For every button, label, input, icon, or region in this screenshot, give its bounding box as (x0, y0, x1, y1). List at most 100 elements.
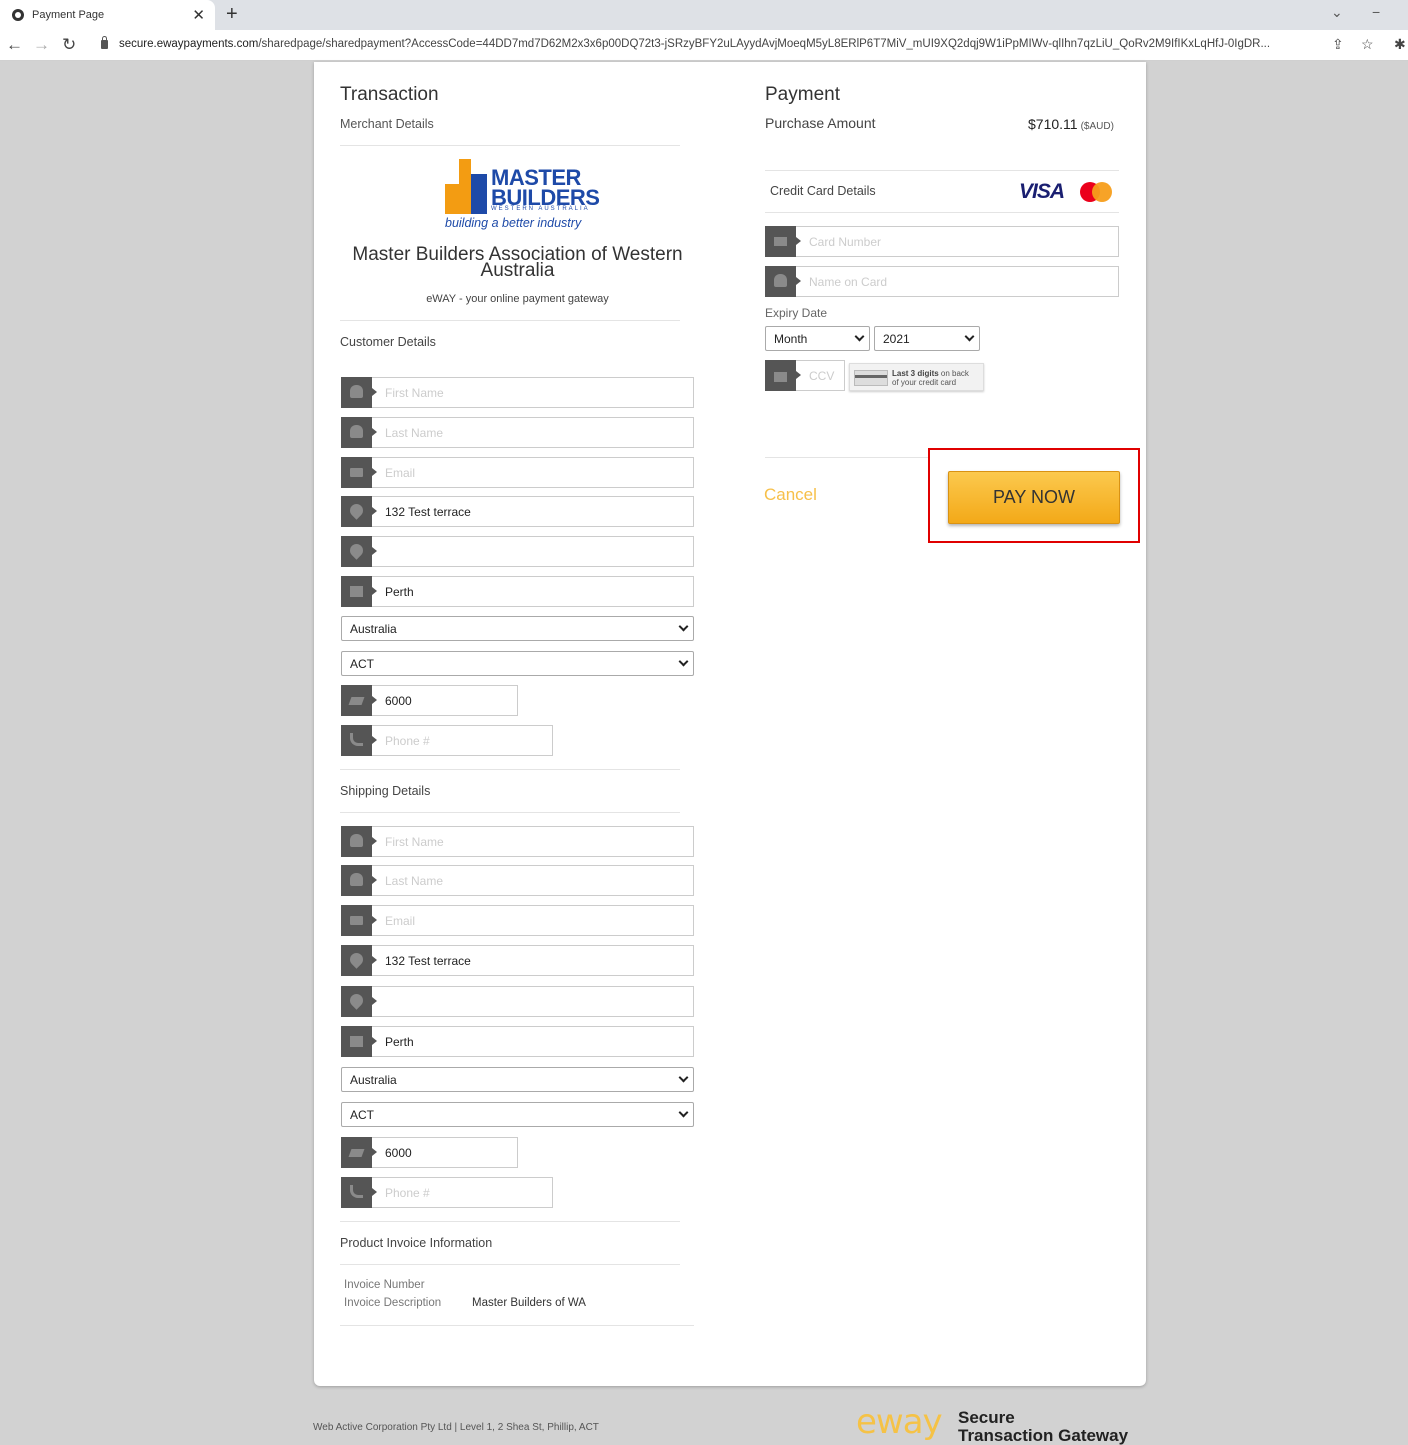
placeholder: First Name (385, 834, 444, 849)
customer-details-label: Customer Details (340, 335, 436, 349)
value: 6000 (385, 693, 412, 708)
shipping-city-field[interactable]: Perth (341, 1025, 694, 1057)
selected-value: ACT (350, 656, 374, 671)
customer-postcode-field[interactable]: 6000 (341, 684, 518, 716)
chevron-down-icon (964, 331, 975, 342)
value: 6000 (385, 1145, 412, 1160)
credit-card-details-label: Credit Card Details (770, 184, 876, 198)
credit-card-icon (765, 225, 801, 257)
selected-value: 2021 (883, 331, 910, 346)
phone-icon (341, 1176, 377, 1208)
lock-icon[interactable] (101, 36, 108, 49)
gateway-text: eWAY - your online payment gateway (426, 293, 609, 305)
person-icon (341, 825, 377, 857)
close-tab-icon[interactable]: ✕ (192, 6, 205, 24)
payment-card: Transaction Merchant Details MASTER BUIL… (314, 62, 1146, 1386)
map-pin-icon (341, 535, 377, 567)
customer-phone-field[interactable]: Phone # (341, 724, 553, 756)
new-tab-icon[interactable]: + (226, 3, 238, 26)
card-back-icon (854, 370, 888, 386)
shipping-state-select[interactable]: ACT (341, 1102, 694, 1127)
shipping-country-select[interactable]: Australia (341, 1067, 694, 1092)
name-on-card-field[interactable]: Name on Card (765, 265, 1119, 297)
map-pin-icon (341, 495, 377, 527)
expiry-month-select[interactable]: Month (765, 326, 870, 351)
customer-city-field[interactable]: Perth (341, 575, 694, 607)
reload-icon[interactable]: ↻ (62, 35, 76, 55)
invoice-description-label: Invoice Description (344, 1297, 442, 1309)
chevron-down-icon (678, 621, 689, 632)
placeholder: Name on Card (809, 274, 888, 289)
placeholder: Phone # (385, 733, 430, 748)
person-icon (341, 416, 377, 448)
customer-last-name-field[interactable]: Last Name (341, 416, 694, 448)
chevron-down-icon (854, 331, 865, 342)
shipping-postcode-field[interactable]: 6000 (341, 1136, 518, 1168)
customer-address1-field[interactable]: 132 Test terrace (341, 495, 694, 527)
browser-tab[interactable]: Payment Page ✕ (0, 0, 215, 30)
customer-country-select[interactable]: Australia (341, 616, 694, 641)
visa-logo-icon: VISA (1019, 180, 1065, 203)
divider (340, 320, 680, 321)
payment-title: Payment (765, 84, 840, 105)
eway-favicon-icon (12, 9, 24, 21)
divider (765, 457, 930, 458)
shipping-address2-field[interactable] (341, 985, 694, 1017)
person-icon (341, 376, 377, 408)
chevron-down-icon (678, 1072, 689, 1083)
merchant-details-label: Merchant Details (340, 117, 434, 131)
invoice-description-value: Master Builders of WA (472, 1297, 586, 1309)
expiry-date-label: Expiry Date (765, 306, 828, 320)
shipping-details-label: Shipping Details (340, 784, 431, 798)
tab-title: Payment Page (32, 9, 105, 21)
chevron-down-icon (678, 1107, 689, 1118)
minimize-icon[interactable]: − (1372, 4, 1380, 20)
shipping-address1-field[interactable]: 132 Test terrace (341, 944, 694, 976)
forward-arrow-icon[interactable]: → (33, 35, 50, 55)
divider (340, 145, 680, 146)
customer-state-select[interactable]: ACT (341, 651, 694, 676)
share-icon[interactable]: ⇪ (1332, 36, 1344, 53)
person-icon (765, 265, 801, 297)
divider (765, 212, 1119, 213)
extensions-puzzle-icon[interactable]: ✱ (1394, 36, 1406, 53)
browser-tab-bar: Payment Page ✕ + ⌄ − (0, 0, 1408, 30)
cancel-link[interactable]: Cancel (764, 485, 817, 505)
ccv-hint: Last 3 digits on back of your credit card (849, 363, 984, 391)
divider (765, 170, 1119, 171)
address-bar: ← → ↻ secure.ewaypayments.com/sharedpage… (0, 30, 1408, 61)
customer-email-field[interactable]: Email (341, 456, 694, 488)
selected-value: Australia (350, 621, 397, 636)
shipping-first-name-field[interactable]: First Name (341, 825, 694, 857)
person-icon (341, 864, 377, 896)
card-number-field[interactable]: Card Number (765, 225, 1119, 257)
postcode-icon (341, 684, 377, 716)
invoice-info-label: Product Invoice Information (340, 1236, 493, 1250)
divider (340, 769, 680, 770)
pay-now-button[interactable]: PAY NOW (948, 471, 1120, 524)
divider (340, 1325, 694, 1326)
purchase-amount-label: Purchase Amount (765, 115, 876, 131)
eway-logo: eway (856, 1402, 943, 1442)
expiry-year-select[interactable]: 2021 (874, 326, 980, 351)
customer-first-name-field[interactable]: First Name (341, 376, 694, 408)
shipping-phone-field[interactable]: Phone # (341, 1176, 553, 1208)
shipping-email-field[interactable]: Email (341, 904, 694, 936)
ccv-field[interactable]: CCV (765, 359, 845, 391)
placeholder: Phone # (385, 1185, 430, 1200)
url-field[interactable]: secure.ewaypayments.com/sharedpage/share… (119, 38, 1324, 50)
shipping-last-name-field[interactable]: Last Name (341, 864, 694, 896)
customer-address2-field[interactable] (341, 535, 694, 567)
value: 132 Test terrace (385, 953, 471, 968)
transaction-title: Transaction (340, 84, 439, 105)
placeholder: Card Number (809, 234, 882, 249)
envelope-icon (341, 904, 377, 936)
placeholder: First Name (385, 385, 444, 400)
bookmark-star-icon[interactable]: ☆ (1361, 36, 1374, 53)
placeholder: CCV (809, 368, 835, 383)
envelope-icon (341, 456, 377, 488)
tab-search-icon[interactable]: ⌄ (1331, 4, 1343, 21)
back-arrow-icon[interactable]: ← (6, 35, 23, 55)
merchant-name: Master Builders Association of Western A… (352, 244, 683, 281)
url-path: /sharedpage/sharedpayment?AccessCode=44D… (258, 38, 1271, 50)
